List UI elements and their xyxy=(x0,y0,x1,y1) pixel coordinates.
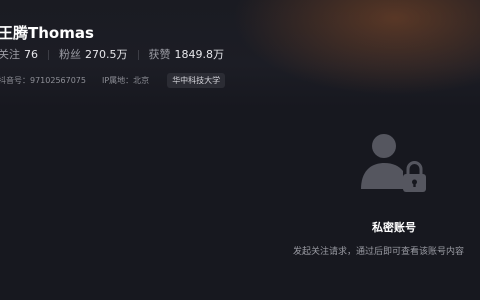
profile-username: 王腾Thomas xyxy=(0,24,94,42)
stat-likes-value: 1849.8万 xyxy=(174,48,225,61)
lock-user-icon xyxy=(361,134,426,192)
school-tag[interactable]: 华中科技大学 xyxy=(167,73,226,88)
stat-followers-value: 270.5万 xyxy=(85,48,128,61)
douyin-id: 抖音号：97102567075 xyxy=(0,75,86,85)
stat-following-label: 关注 xyxy=(0,48,20,61)
private-account-hint: 发起关注请求，通过后即可查看该账号内容 xyxy=(293,247,465,257)
stat-following[interactable]: 关注 76 xyxy=(0,48,38,62)
stat-likes-label: 获赞 xyxy=(148,48,171,61)
stat-divider xyxy=(48,50,49,60)
profile-stats: 关注 76 粉丝 270.5万 获赞 1849.8万 xyxy=(0,48,224,62)
profile-meta: 抖音号：97102567075 IP属地：北京 华中科技大学 xyxy=(0,73,226,88)
stat-divider xyxy=(137,50,139,60)
stat-followers[interactable]: 粉丝 270.5万 xyxy=(59,48,128,62)
stat-likes[interactable]: 获赞 1849.8万 xyxy=(149,48,225,62)
stat-followers-label: 粉丝 xyxy=(59,48,81,61)
private-account-title: 私密账号 xyxy=(372,221,416,234)
stat-following-value: 76 xyxy=(24,48,38,61)
ip-location: IP属地：北京 xyxy=(102,75,150,85)
